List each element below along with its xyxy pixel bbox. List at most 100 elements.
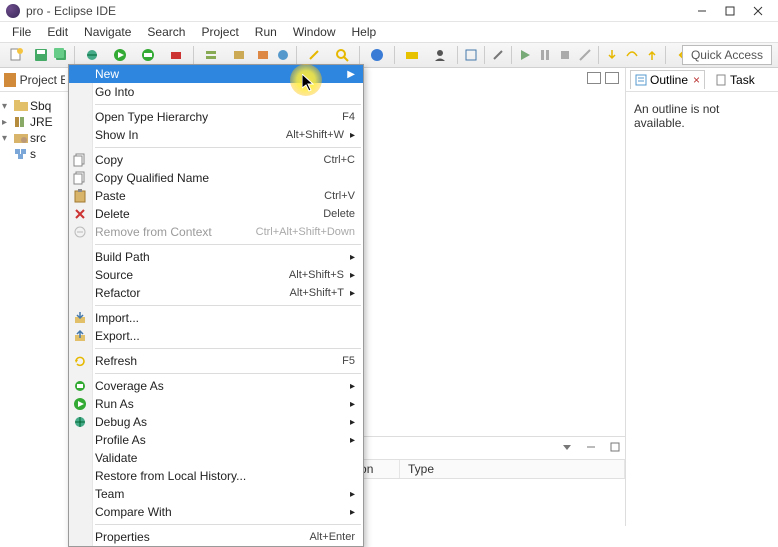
toggle-breadcrumb-button[interactable]: [462, 46, 480, 64]
menu-accel: Delete: [323, 208, 355, 220]
search-button[interactable]: [329, 46, 355, 64]
source-folder-icon: [14, 132, 28, 144]
cheese-button[interactable]: [399, 46, 425, 64]
eclipse-icon: [6, 4, 20, 18]
maximize-button[interactable]: [716, 2, 744, 20]
menu-copy-qualified-name[interactable]: Copy Qualified Name: [69, 169, 363, 187]
menu-restore-local-history[interactable]: Restore from Local History...: [69, 467, 363, 485]
save-all-button[interactable]: [52, 46, 70, 64]
menu-label: Refactor: [95, 286, 290, 300]
project-explorer-pane: Project Ex ▾ Sbq ▸ JRE ▾ src s: [0, 68, 70, 526]
menu-debug-as[interactable]: Debug As ▸: [69, 413, 363, 431]
type-button[interactable]: [274, 46, 292, 64]
menu-import[interactable]: Import...: [69, 309, 363, 327]
maximize-view-button[interactable]: [609, 441, 621, 456]
menu-file[interactable]: File: [4, 25, 39, 39]
minimize-button[interactable]: [688, 2, 716, 20]
tree-label: JRE: [30, 115, 53, 129]
project-tree[interactable]: ▾ Sbq ▸ JRE ▾ src s: [0, 92, 69, 168]
menu-validate[interactable]: Validate: [69, 449, 363, 467]
project-explorer-icon: [4, 73, 16, 87]
profile-button[interactable]: [427, 46, 453, 64]
step-into-button[interactable]: [603, 46, 621, 64]
menu-delete[interactable]: Delete Delete: [69, 205, 363, 223]
view-menu-button[interactable]: [561, 441, 573, 456]
pin-button[interactable]: [489, 46, 507, 64]
menu-paste[interactable]: Paste Ctrl+V: [69, 187, 363, 205]
menu-properties[interactable]: Properties Alt+Enter: [69, 528, 363, 546]
wand-button[interactable]: [301, 46, 327, 64]
menu-window[interactable]: Window: [285, 25, 344, 39]
package-button[interactable]: [254, 46, 272, 64]
debug-icon: [73, 415, 87, 429]
menu-edit[interactable]: Edit: [39, 25, 76, 39]
tab-outline[interactable]: Outline ×: [630, 70, 705, 89]
close-tab-icon[interactable]: ×: [693, 73, 700, 87]
menu-project[interactable]: Project: [193, 25, 246, 39]
tree-project[interactable]: ▾ Sbq: [2, 98, 67, 114]
col-type[interactable]: Type: [400, 460, 625, 478]
ext-tools-button[interactable]: [163, 46, 189, 64]
project-explorer-label[interactable]: Project Ex: [20, 73, 65, 87]
step-return-button[interactable]: [643, 46, 661, 64]
menu-accel: Alt+Shift+T: [290, 287, 344, 299]
save-button[interactable]: [32, 46, 50, 64]
menu-refactor[interactable]: Refactor Alt+Shift+T ▸: [69, 284, 363, 302]
tree-package[interactable]: s: [2, 146, 67, 162]
menu-separator: [95, 147, 361, 148]
server-button[interactable]: [198, 46, 224, 64]
menu-source[interactable]: Source Alt+Shift+S ▸: [69, 266, 363, 284]
menu-label: Restore from Local History...: [95, 469, 355, 483]
close-button[interactable]: [744, 2, 772, 20]
menu-coverage-as[interactable]: Coverage As ▸: [69, 377, 363, 395]
tab-task[interactable]: Task: [711, 71, 759, 89]
new-server-button[interactable]: [226, 46, 252, 64]
separator: [457, 46, 458, 64]
submenu-arrow-icon: ▸: [350, 399, 355, 410]
disconnect-button[interactable]: [576, 46, 594, 64]
resume-button[interactable]: [516, 46, 534, 64]
folder-icon: [14, 100, 28, 112]
menu-new[interactable]: New ▶: [69, 65, 363, 83]
new-button[interactable]: [4, 46, 30, 64]
maximize-view-button[interactable]: [605, 72, 619, 84]
menu-separator: [95, 524, 361, 525]
menu-build-path[interactable]: Build Path ▸: [69, 248, 363, 266]
delete-icon: [73, 207, 87, 221]
menu-refresh[interactable]: Refresh F5: [69, 352, 363, 370]
step-over-button[interactable]: [623, 46, 641, 64]
menu-run-as[interactable]: Run As ▸: [69, 395, 363, 413]
menu-open-type-hierarchy[interactable]: Open Type Hierarchy F4: [69, 108, 363, 126]
debug-button[interactable]: [79, 46, 105, 64]
coverage-button[interactable]: [135, 46, 161, 64]
submenu-arrow-icon: ▸: [350, 489, 355, 500]
twisty-icon[interactable]: ▾: [2, 133, 12, 144]
tree-jre[interactable]: ▸ JRE: [2, 114, 67, 130]
minimize-view-button[interactable]: [585, 441, 597, 456]
twisty-icon[interactable]: ▸: [2, 117, 12, 128]
suspend-button[interactable]: [536, 46, 554, 64]
menu-search[interactable]: Search: [139, 25, 193, 39]
globe-button[interactable]: [364, 46, 390, 64]
quick-access[interactable]: Quick Access: [682, 45, 772, 65]
minimize-view-button[interactable]: [587, 72, 601, 84]
context-menu: New ▶ Go Into Open Type Hierarchy F4 Sho…: [68, 64, 364, 547]
separator: [394, 46, 395, 64]
terminate-button[interactable]: [556, 46, 574, 64]
menu-run[interactable]: Run: [247, 25, 285, 39]
twisty-icon[interactable]: ▾: [2, 101, 12, 112]
menu-copy[interactable]: Copy Ctrl+C: [69, 151, 363, 169]
menu-help[interactable]: Help: [344, 25, 385, 39]
menu-compare-with[interactable]: Compare With ▸: [69, 503, 363, 521]
menu-show-in[interactable]: Show In Alt+Shift+W ▸: [69, 126, 363, 144]
twisty-icon[interactable]: [2, 149, 12, 160]
outline-message: An outline is not available.: [626, 92, 778, 140]
menu-team[interactable]: Team ▸: [69, 485, 363, 503]
run-button[interactable]: [107, 46, 133, 64]
menu-profile-as[interactable]: Profile As ▸: [69, 431, 363, 449]
menu-export[interactable]: Export...: [69, 327, 363, 345]
menu-go-into[interactable]: Go Into: [69, 83, 363, 101]
run-icon: [73, 397, 87, 411]
menu-navigate[interactable]: Navigate: [76, 25, 139, 39]
tree-src[interactable]: ▾ src: [2, 130, 67, 146]
